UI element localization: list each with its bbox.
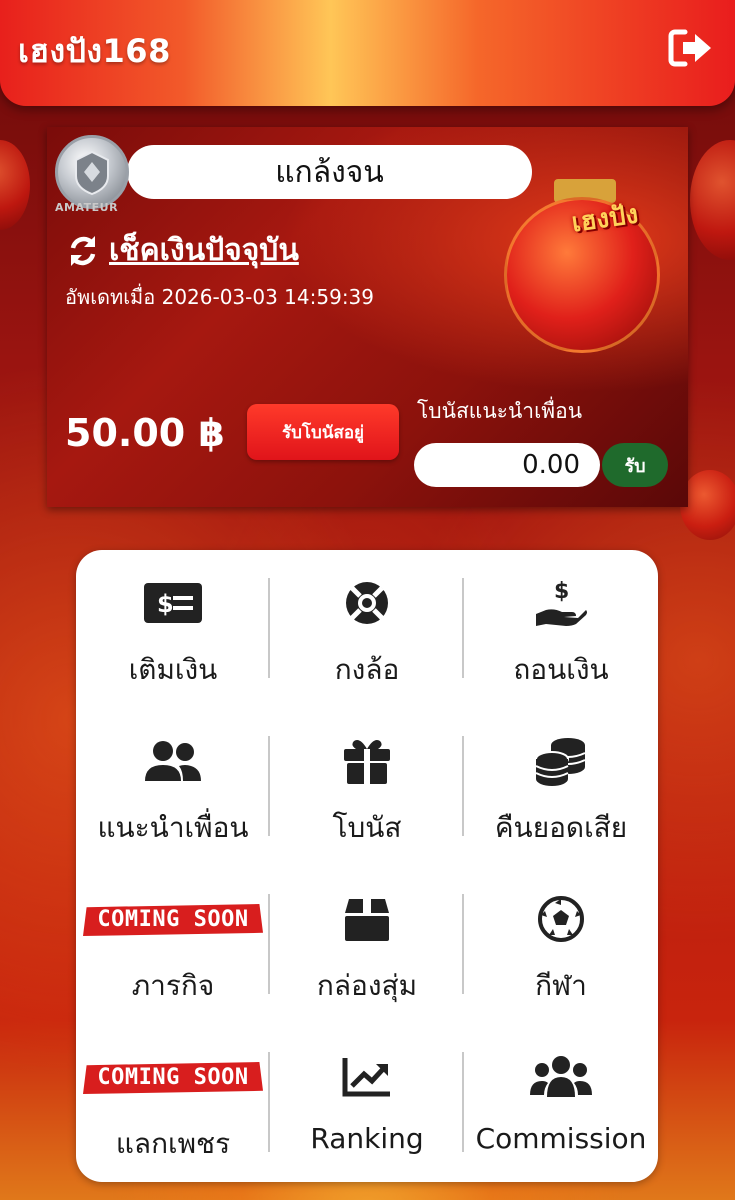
background-lantern <box>690 140 735 260</box>
menu-item-commission[interactable]: Commission <box>464 1024 658 1182</box>
wheel-lifebuoy-icon <box>346 582 388 624</box>
refresh-icon <box>70 235 96 266</box>
menu-item-label: Commission <box>475 1122 647 1155</box>
background-lantern <box>680 470 735 540</box>
referral-bonus-amount: 0.00 <box>414 443 600 487</box>
username-text: แกล้งจน <box>275 154 384 190</box>
menu-item-label: โบนัส <box>332 811 402 844</box>
box-icon <box>345 899 389 941</box>
menu-item-label: กีฬา <box>535 969 587 1002</box>
rank-badge-icon <box>55 135 129 209</box>
menu-item-label: แนะนำเพื่อน <box>97 811 249 844</box>
deposit-cash-icon: $ <box>144 583 202 623</box>
menu-item-bonus[interactable]: โบนัส <box>270 708 464 866</box>
gift-icon <box>344 740 390 784</box>
background-lantern <box>0 140 30 230</box>
balance-amount: 50.00 ฿ <box>65 411 225 455</box>
menu-item-ranking[interactable]: Ranking <box>270 1024 464 1182</box>
menu-item-diamond-exchange[interactable]: COMING SOON แลกเพชร <box>76 1024 270 1182</box>
brand-logo-text: เฮงปัง168 <box>18 32 171 70</box>
claim-bonus-button[interactable]: รับโบนัสอยู่ <box>247 404 399 460</box>
coming-soon-banner: COMING SOON <box>83 1054 263 1100</box>
menu-item-label: แลกเพชร <box>115 1127 231 1160</box>
menu-item-label: ถอนเงิน <box>513 653 609 686</box>
coming-soon-banner: COMING SOON <box>83 896 263 942</box>
username-display: แกล้งจน <box>127 145 532 199</box>
claim-referral-button[interactable]: รับ <box>602 443 668 487</box>
coming-soon-text: COMING SOON <box>97 906 249 932</box>
group-icon <box>530 1056 592 1097</box>
menu-item-label: Ranking <box>310 1122 424 1155</box>
last-updated-text: อัพเดทเมื่อ 2026-03-03 14:59:39 <box>65 285 375 309</box>
withdraw-hand-icon: $ <box>536 579 587 626</box>
refresh-balance-link[interactable]: เช็คเงินปัจจุบัน <box>65 227 299 274</box>
logout-icon[interactable] <box>667 26 715 70</box>
menu-item-mission[interactable]: COMING SOON ภารกิจ <box>76 866 270 1024</box>
menu-item-label: ภารกิจ <box>131 969 215 1002</box>
balance-card: เฮงปัง AMATEUR แกล้งจน เช็คเงินปัจจุบัน … <box>47 127 688 507</box>
menu-item-cashback[interactable]: คืนยอดเสีย <box>464 708 658 866</box>
soccer-ball-icon <box>538 896 584 942</box>
menu-item-wheel[interactable]: กงล้อ <box>270 550 464 708</box>
menu-item-sports[interactable]: กีฬา <box>464 866 658 1024</box>
menu-item-label: กล่องสุ่ม <box>316 969 418 1002</box>
menu-item-label: เติมเงิน <box>128 653 218 686</box>
menu-item-mystery-box[interactable]: กล่องสุ่ม <box>270 866 464 1024</box>
menu-item-withdraw[interactable]: $ ถอนเงิน <box>464 550 658 708</box>
chart-line-icon <box>342 1058 390 1097</box>
coins-icon <box>535 738 586 786</box>
coming-soon-text: COMING SOON <box>97 1064 249 1090</box>
top-header: เฮงปัง168 <box>0 0 735 106</box>
users-icon <box>145 741 201 781</box>
menu-panel: $ เติมเงิน กงล้อ $ ถอนเงิน แนะนำเพื่อน โ… <box>76 550 658 1182</box>
svg-text:$: $ <box>157 590 174 618</box>
referral-bonus-label: โบนัสแนะนำเพื่อน <box>417 399 583 423</box>
menu-item-deposit[interactable]: $ เติมเงิน <box>76 550 270 708</box>
svg-text:$: $ <box>554 579 569 604</box>
rank-badge-label: AMATEUR <box>55 201 119 214</box>
menu-item-label: คืนยอดเสีย <box>494 811 628 844</box>
menu-item-label: กงล้อ <box>334 653 400 686</box>
menu-item-referral[interactable]: แนะนำเพื่อน <box>76 708 270 866</box>
refresh-balance-label: เช็คเงินปัจจุบัน <box>109 233 299 268</box>
